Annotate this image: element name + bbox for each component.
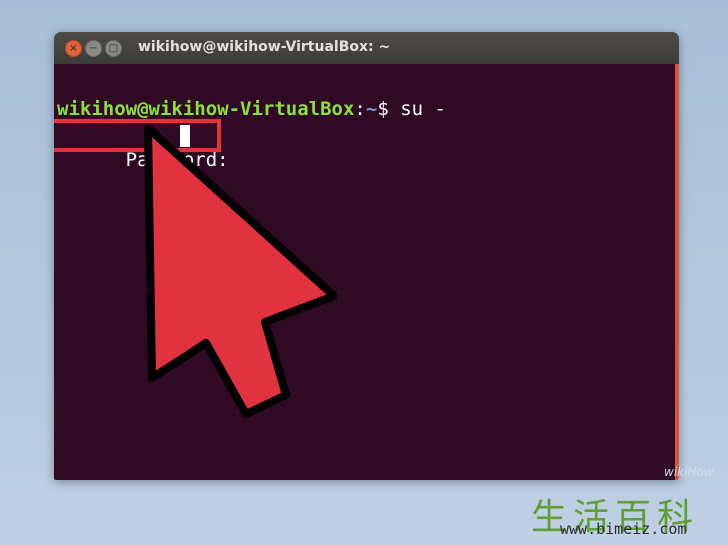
pointer-arrow-icon	[144, 124, 338, 418]
watermark-url: www.bimeiz.com	[560, 520, 687, 538]
watermark-faint: wikiHow	[664, 465, 714, 479]
